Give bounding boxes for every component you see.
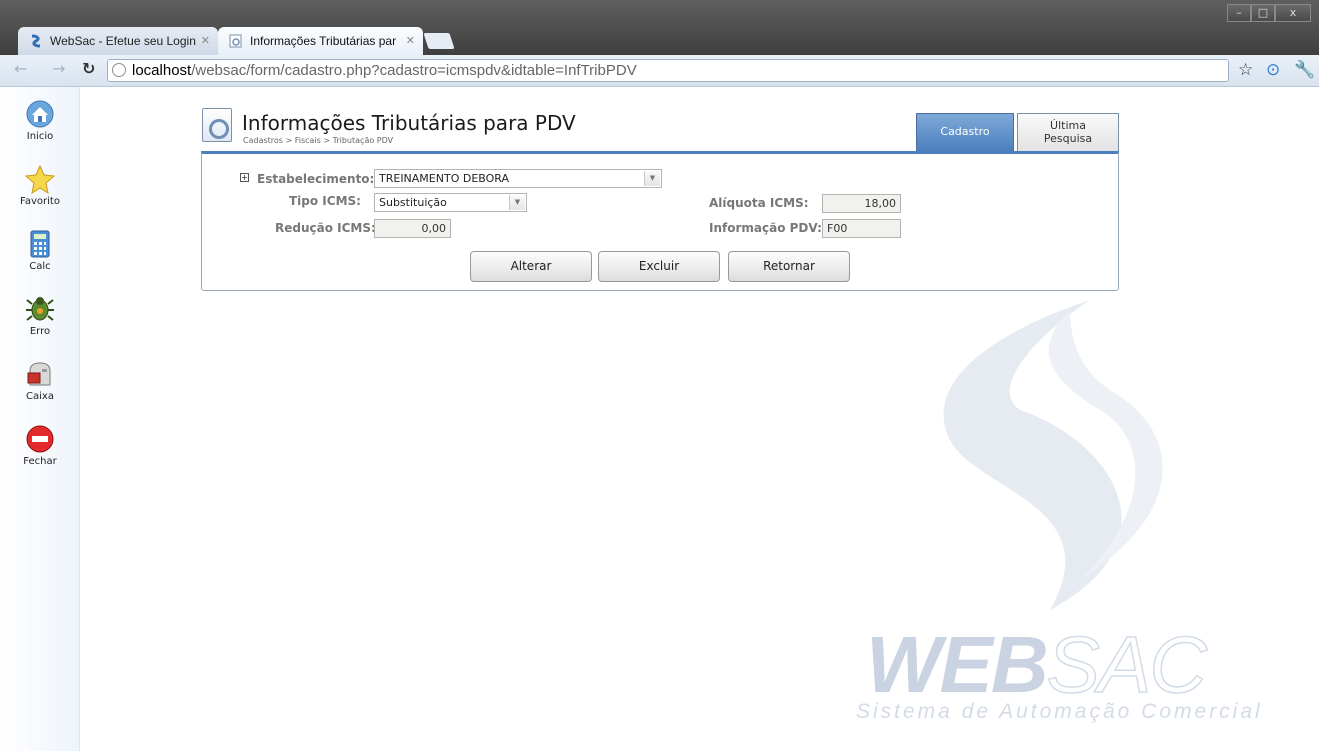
estabelecimento-value: TREINAMENTO DEBORA [379,172,510,185]
tipo-icms-value: Substituição [379,196,447,209]
tipo-icms-select[interactable]: Substituição ▼ [374,193,527,212]
sidebar-item-favorito[interactable]: Favorito [0,164,80,218]
page-title: Informações Tributárias para PDV [242,111,576,135]
reducao-icms-input[interactable]: 0,00 [374,219,451,238]
expand-icon[interactable]: + [240,173,249,182]
minimize-button[interactable]: – [1227,4,1251,22]
sidebar-item-calc[interactable]: Calc [0,229,80,283]
sidebar: Inicio Favorito Calc Erro Caixa Fechar [0,87,80,751]
retornar-button[interactable]: Retornar [728,251,850,282]
sidebar-item-label: Inicio [26,131,54,142]
reload-icon[interactable]: ↻ [82,59,95,78]
sidebar-item-label: Favorito [20,196,60,207]
mailbox-icon [27,362,51,386]
page-gear-icon [202,108,232,142]
watermark-brand: WEBSAC [866,619,1208,711]
chevron-down-icon: ▼ [644,171,660,186]
estabelecimento-select[interactable]: TREINAMENTO DEBORA ▼ [374,169,662,188]
sidebar-item-label: Fechar [23,456,57,467]
watermark-brand-web: WEB [866,620,1049,709]
url-host: localhost [132,62,192,79]
watermark-subtitle: Sistema de Automação Comercial [856,700,1263,723]
new-tab-button[interactable] [423,33,455,49]
back-icon[interactable]: ← [14,59,27,78]
window-controls: – □ x [1227,4,1311,22]
aliquota-icms-input[interactable]: 18,00 [822,194,901,213]
sidebar-item-caixa[interactable]: Caixa [0,359,80,413]
tab-cadastro[interactable]: Cadastro [916,113,1014,151]
websac-swoosh-watermark [943,300,1163,610]
browser-tab-login[interactable]: WebSac - Efetue seu Login ✕ [18,27,218,55]
tipo-icms-label: Tipo ICMS: [289,194,361,208]
tab-close-icon[interactable]: ✕ [201,27,210,55]
globe-icon [112,63,126,77]
sidebar-item-erro[interactable]: Erro [0,294,80,348]
sidebar-item-inicio[interactable]: Inicio [0,99,80,153]
chevron-down-icon: ▼ [509,195,525,210]
browser-titlebar: – □ x WebSac - Efetue seu Login ✕ Inform… [0,0,1319,55]
excluir-button[interactable]: Excluir [598,251,720,282]
tab-ultima-pesquisa[interactable]: Última Pesquisa [1017,113,1119,151]
alterar-button[interactable]: Alterar [470,251,592,282]
close-window-button[interactable]: x [1275,4,1311,22]
tab-close-icon[interactable]: ✕ [406,27,415,55]
aliquota-icms-label: Alíquota ICMS: [709,196,809,210]
sidebar-item-fechar[interactable]: Fechar [0,424,80,478]
tab-ultima-line2: Pesquisa [1043,132,1093,145]
stop-icon [26,425,54,453]
maximize-button[interactable]: □ [1251,4,1275,22]
estabelecimento-label: Estabelecimento: [257,172,375,186]
breadcrumb: Cadastros > Fiscais > Tributação PDV [243,136,394,145]
informacao-pdv-label: Informação PDV: [709,221,822,235]
browser-toolbar: ← → ↻ localhost/websac/form/cadastro.php… [0,55,1319,87]
bookmark-star-icon[interactable]: ☆ [1238,60,1253,80]
wrench-icon[interactable]: 🔧 [1294,60,1315,80]
browser-tab-current[interactable]: Informações Tributárias par ✕ [218,27,423,55]
watermark-brand-sac: SAC [1046,619,1208,710]
sidebar-item-label: Calc [29,261,51,272]
browser-tab-label: Informações Tributárias par [250,34,397,48]
page-gear-icon [229,34,242,48]
informacao-pdv-input[interactable]: F00 [822,219,901,238]
bug-icon [26,297,54,321]
star-icon [25,164,55,194]
forward-icon[interactable]: → [52,59,65,78]
reducao-icms-label: Redução ICMS: [275,221,376,235]
tab-ultima-line1: Última [1050,119,1086,132]
browser-tab-label: WebSac - Efetue seu Login [50,34,196,48]
extension-icon[interactable]: ⊙ [1266,60,1280,80]
sidebar-item-label: Erro [29,326,51,337]
websac-logo-icon [31,34,41,48]
address-bar[interactable]: localhost/websac/form/cadastro.php?cadas… [107,59,1229,82]
home-icon [26,100,54,128]
url-path: /websac/form/cadastro.php?cadastro=icmsp… [191,62,637,79]
sidebar-item-label: Caixa [26,391,54,402]
calculator-icon [30,230,50,258]
